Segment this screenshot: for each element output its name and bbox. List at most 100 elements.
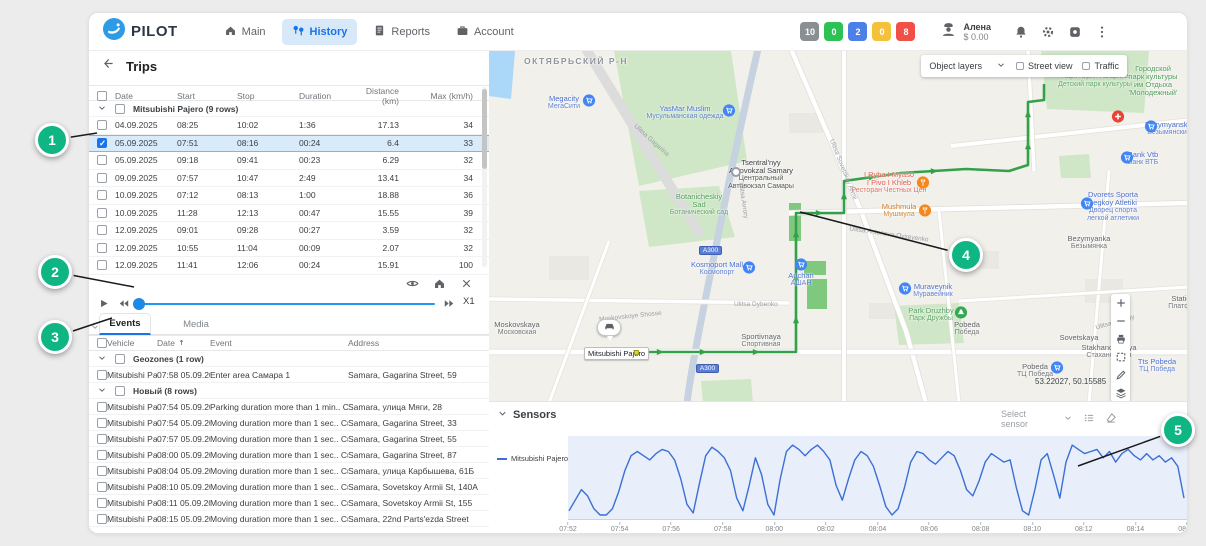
event-row[interactable]: Mitsubishi Paj...08:15 05.09.20...Moving… (89, 511, 489, 527)
trip-row[interactable]: 10.09.202511:2812:1300:4715.5539 (89, 205, 489, 223)
tab-media[interactable]: Media (173, 313, 219, 335)
chevron-down-icon[interactable] (97, 385, 111, 397)
shopping-poi-marker[interactable] (1121, 151, 1134, 169)
nav-item-account[interactable]: Account (446, 19, 524, 45)
row-checkbox[interactable] (97, 173, 107, 183)
object-layers-dropdown[interactable]: Object layers (929, 60, 1006, 72)
row-checkbox[interactable] (97, 450, 107, 460)
group-checkbox[interactable] (115, 354, 125, 364)
select-sensor-input[interactable]: Select sensor (1001, 409, 1053, 429)
trip-row[interactable]: 12.09.202511:4112:0600:2415.91100 (89, 257, 489, 275)
group-checkbox[interactable] (115, 386, 125, 396)
select-all-checkbox[interactable] (97, 338, 107, 348)
row-checkbox[interactable] (97, 370, 107, 380)
chevron-down-icon[interactable] (97, 103, 111, 115)
measure-icon[interactable] (1115, 369, 1127, 381)
event-row[interactable]: Mitsubishi Paj...08:10 05.09.20...Moving… (89, 479, 489, 495)
user-account[interactable]: Алена $ 0.00 (940, 21, 991, 43)
trip-row[interactable]: 12.09.202509:0109:2800:273.5932 (89, 222, 489, 240)
shopping-poi-marker[interactable] (1145, 120, 1158, 138)
row-checkbox[interactable] (97, 498, 107, 508)
playback-slider-handle[interactable] (133, 298, 145, 310)
shopping-poi-marker[interactable] (723, 104, 736, 122)
zoom-in-icon[interactable] (1115, 297, 1127, 309)
row-checkbox[interactable] (97, 190, 107, 200)
shopping-poi-marker[interactable] (583, 94, 596, 112)
event-row[interactable]: Mitsubishi Paj...07:58 05.09.20...Enter … (89, 367, 489, 383)
row-checkbox[interactable] (97, 138, 107, 148)
park-poi-marker[interactable] (955, 306, 968, 324)
back-arrow-icon[interactable] (101, 57, 114, 75)
center-map-icon[interactable] (433, 277, 446, 290)
row-checkbox[interactable] (97, 120, 107, 130)
playback-speed[interactable]: X1 (463, 296, 475, 307)
close-track-icon[interactable] (460, 277, 473, 290)
shopping-poi-marker[interactable] (1081, 197, 1094, 215)
sensor-list-icon[interactable] (1083, 412, 1095, 426)
traffic-checkbox[interactable]: Traffic (1082, 61, 1119, 71)
trip-row[interactable]: 05.09.202509:1809:4100:236.2932 (89, 152, 489, 170)
trip-row[interactable]: 09.09.202507:5710:472:4913.4134 (89, 170, 489, 188)
group-checkbox[interactable] (115, 104, 125, 114)
gear-icon[interactable] (1041, 25, 1055, 39)
row-checkbox[interactable] (97, 243, 107, 253)
row-checkbox[interactable] (97, 482, 107, 492)
collapse-sensors-icon[interactable] (497, 408, 508, 422)
counter-badge-3[interactable]: 0 (872, 22, 891, 41)
chevron-down-icon[interactable] (97, 353, 111, 365)
layers-icon[interactable] (1115, 387, 1127, 399)
show-track-icon[interactable] (406, 277, 419, 290)
trip-row[interactable]: 10.09.202507:1208:131:0018.8836 (89, 187, 489, 205)
restaurant-poi-marker[interactable] (917, 176, 930, 194)
kebab-icon[interactable] (1095, 25, 1109, 39)
clear-sensors-icon[interactable] (1105, 412, 1117, 426)
trip-row[interactable]: 12.09.202510:5511:0400:092.0732 (89, 240, 489, 258)
events-group-row[interactable]: Новый (8 rows) (89, 383, 489, 399)
event-row[interactable]: Mitsubishi Paj...08:04 05.09.20...Moving… (89, 463, 489, 479)
speed-chart[interactable] (568, 436, 1187, 520)
row-checkbox[interactable] (97, 514, 107, 524)
shopping-poi-marker[interactable] (795, 258, 808, 276)
trip-row[interactable]: 04.09.202508:2510:021:3617.1334 (89, 117, 489, 135)
restaurant-poi-marker[interactable] (919, 204, 932, 222)
select-area-icon[interactable] (1115, 351, 1127, 363)
chevron-down-icon[interactable] (1063, 413, 1073, 425)
apps-icon[interactable] (1068, 25, 1082, 39)
playback-slider[interactable] (135, 303, 435, 305)
street-view-checkbox[interactable]: Street view (1016, 61, 1073, 71)
print-map-icon[interactable] (1115, 333, 1127, 345)
row-checkbox[interactable] (97, 260, 107, 270)
event-row[interactable]: Mitsubishi Paj...07:57 05.09.20...Moving… (89, 431, 489, 447)
row-checkbox[interactable] (97, 402, 107, 412)
counter-badge-0[interactable]: 10 (800, 22, 819, 41)
row-checkbox[interactable] (97, 434, 107, 444)
counter-badge-1[interactable]: 0 (824, 22, 843, 41)
shopping-poi-marker[interactable] (743, 261, 756, 279)
map[interactable]: ОКТЯБРЬСКИЙ Р-НMegacityМегаСитиYasMar Mu… (489, 51, 1188, 401)
zoom-out-icon[interactable] (1115, 315, 1127, 327)
event-row[interactable]: Mitsubishi Paj...08:00 05.09.20...Moving… (89, 447, 489, 463)
row-checkbox[interactable] (97, 208, 107, 218)
nav-item-main[interactable]: Main (214, 19, 276, 45)
event-row[interactable]: Mitsubishi Paj...08:11 05.09.20...Moving… (89, 495, 489, 511)
counter-badge-4[interactable]: 8 (896, 22, 915, 41)
row-checkbox[interactable] (97, 418, 107, 428)
sort-asc-icon[interactable] (177, 338, 186, 349)
trips-scrollbar[interactable] (482, 87, 487, 267)
shopping-poi-marker[interactable] (731, 167, 741, 177)
trips-group-row[interactable]: Mitsubishi Pajero (9 rows) (89, 101, 489, 117)
event-row[interactable]: Mitsubishi Paj...07:54 05.09.20...Parkin… (89, 399, 489, 415)
row-checkbox[interactable] (97, 155, 107, 165)
vehicle-marker[interactable] (597, 319, 621, 336)
row-checkbox[interactable] (97, 466, 107, 476)
vehicle-label[interactable]: Mitsubishi Pajero (584, 347, 649, 360)
nav-item-history[interactable]: History (282, 19, 358, 45)
select-all-checkbox[interactable] (97, 91, 107, 101)
trip-row[interactable]: 05.09.202507:5108:1600:246.433 (89, 135, 489, 153)
hospital-poi-marker[interactable] (1112, 110, 1125, 128)
counter-badge-2[interactable]: 2 (848, 22, 867, 41)
shopping-poi-marker[interactable] (899, 282, 912, 300)
event-row[interactable]: Mitsubishi Paj...07:54 05.09.20...Moving… (89, 415, 489, 431)
tab-events[interactable]: Events (99, 313, 151, 335)
row-checkbox[interactable] (97, 225, 107, 235)
